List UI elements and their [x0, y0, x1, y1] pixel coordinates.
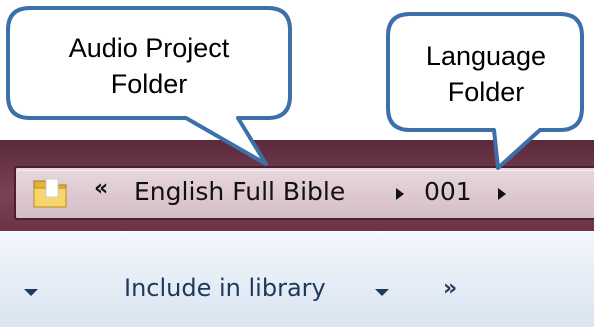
breadcrumb-separator-arrow[interactable]	[396, 188, 404, 200]
callout-language-text: Language Folder	[398, 38, 574, 110]
address-bar-highlight	[18, 170, 594, 171]
callout-audio-project-line1: Audio Project	[68, 33, 230, 63]
organize-dropdown-arrow-icon[interactable]	[24, 289, 38, 296]
breadcrumb-separator-arrow[interactable]	[498, 188, 506, 200]
breadcrumb-english-full-bible[interactable]: English Full Bible	[134, 177, 345, 206]
more-commands-chevrons[interactable]: »	[443, 276, 457, 301]
callout-audio-project-line2: Folder	[110, 69, 188, 99]
folder-icon	[33, 178, 67, 208]
callout-language-line1: Language	[425, 41, 547, 71]
include-in-library-dropdown-icon[interactable]	[375, 289, 389, 296]
callout-audio-project-text: Audio Project Folder	[26, 30, 272, 102]
include-in-library-button[interactable]: Include in library	[124, 274, 326, 302]
breadcrumb-001[interactable]: 001	[424, 177, 472, 206]
command-toolbar: Include in library »	[0, 231, 594, 327]
address-bar[interactable]: « English Full Bible 001	[14, 166, 594, 220]
callout-language-line2: Folder	[447, 77, 525, 107]
breadcrumb-overflow-chevrons[interactable]: «	[94, 176, 108, 201]
